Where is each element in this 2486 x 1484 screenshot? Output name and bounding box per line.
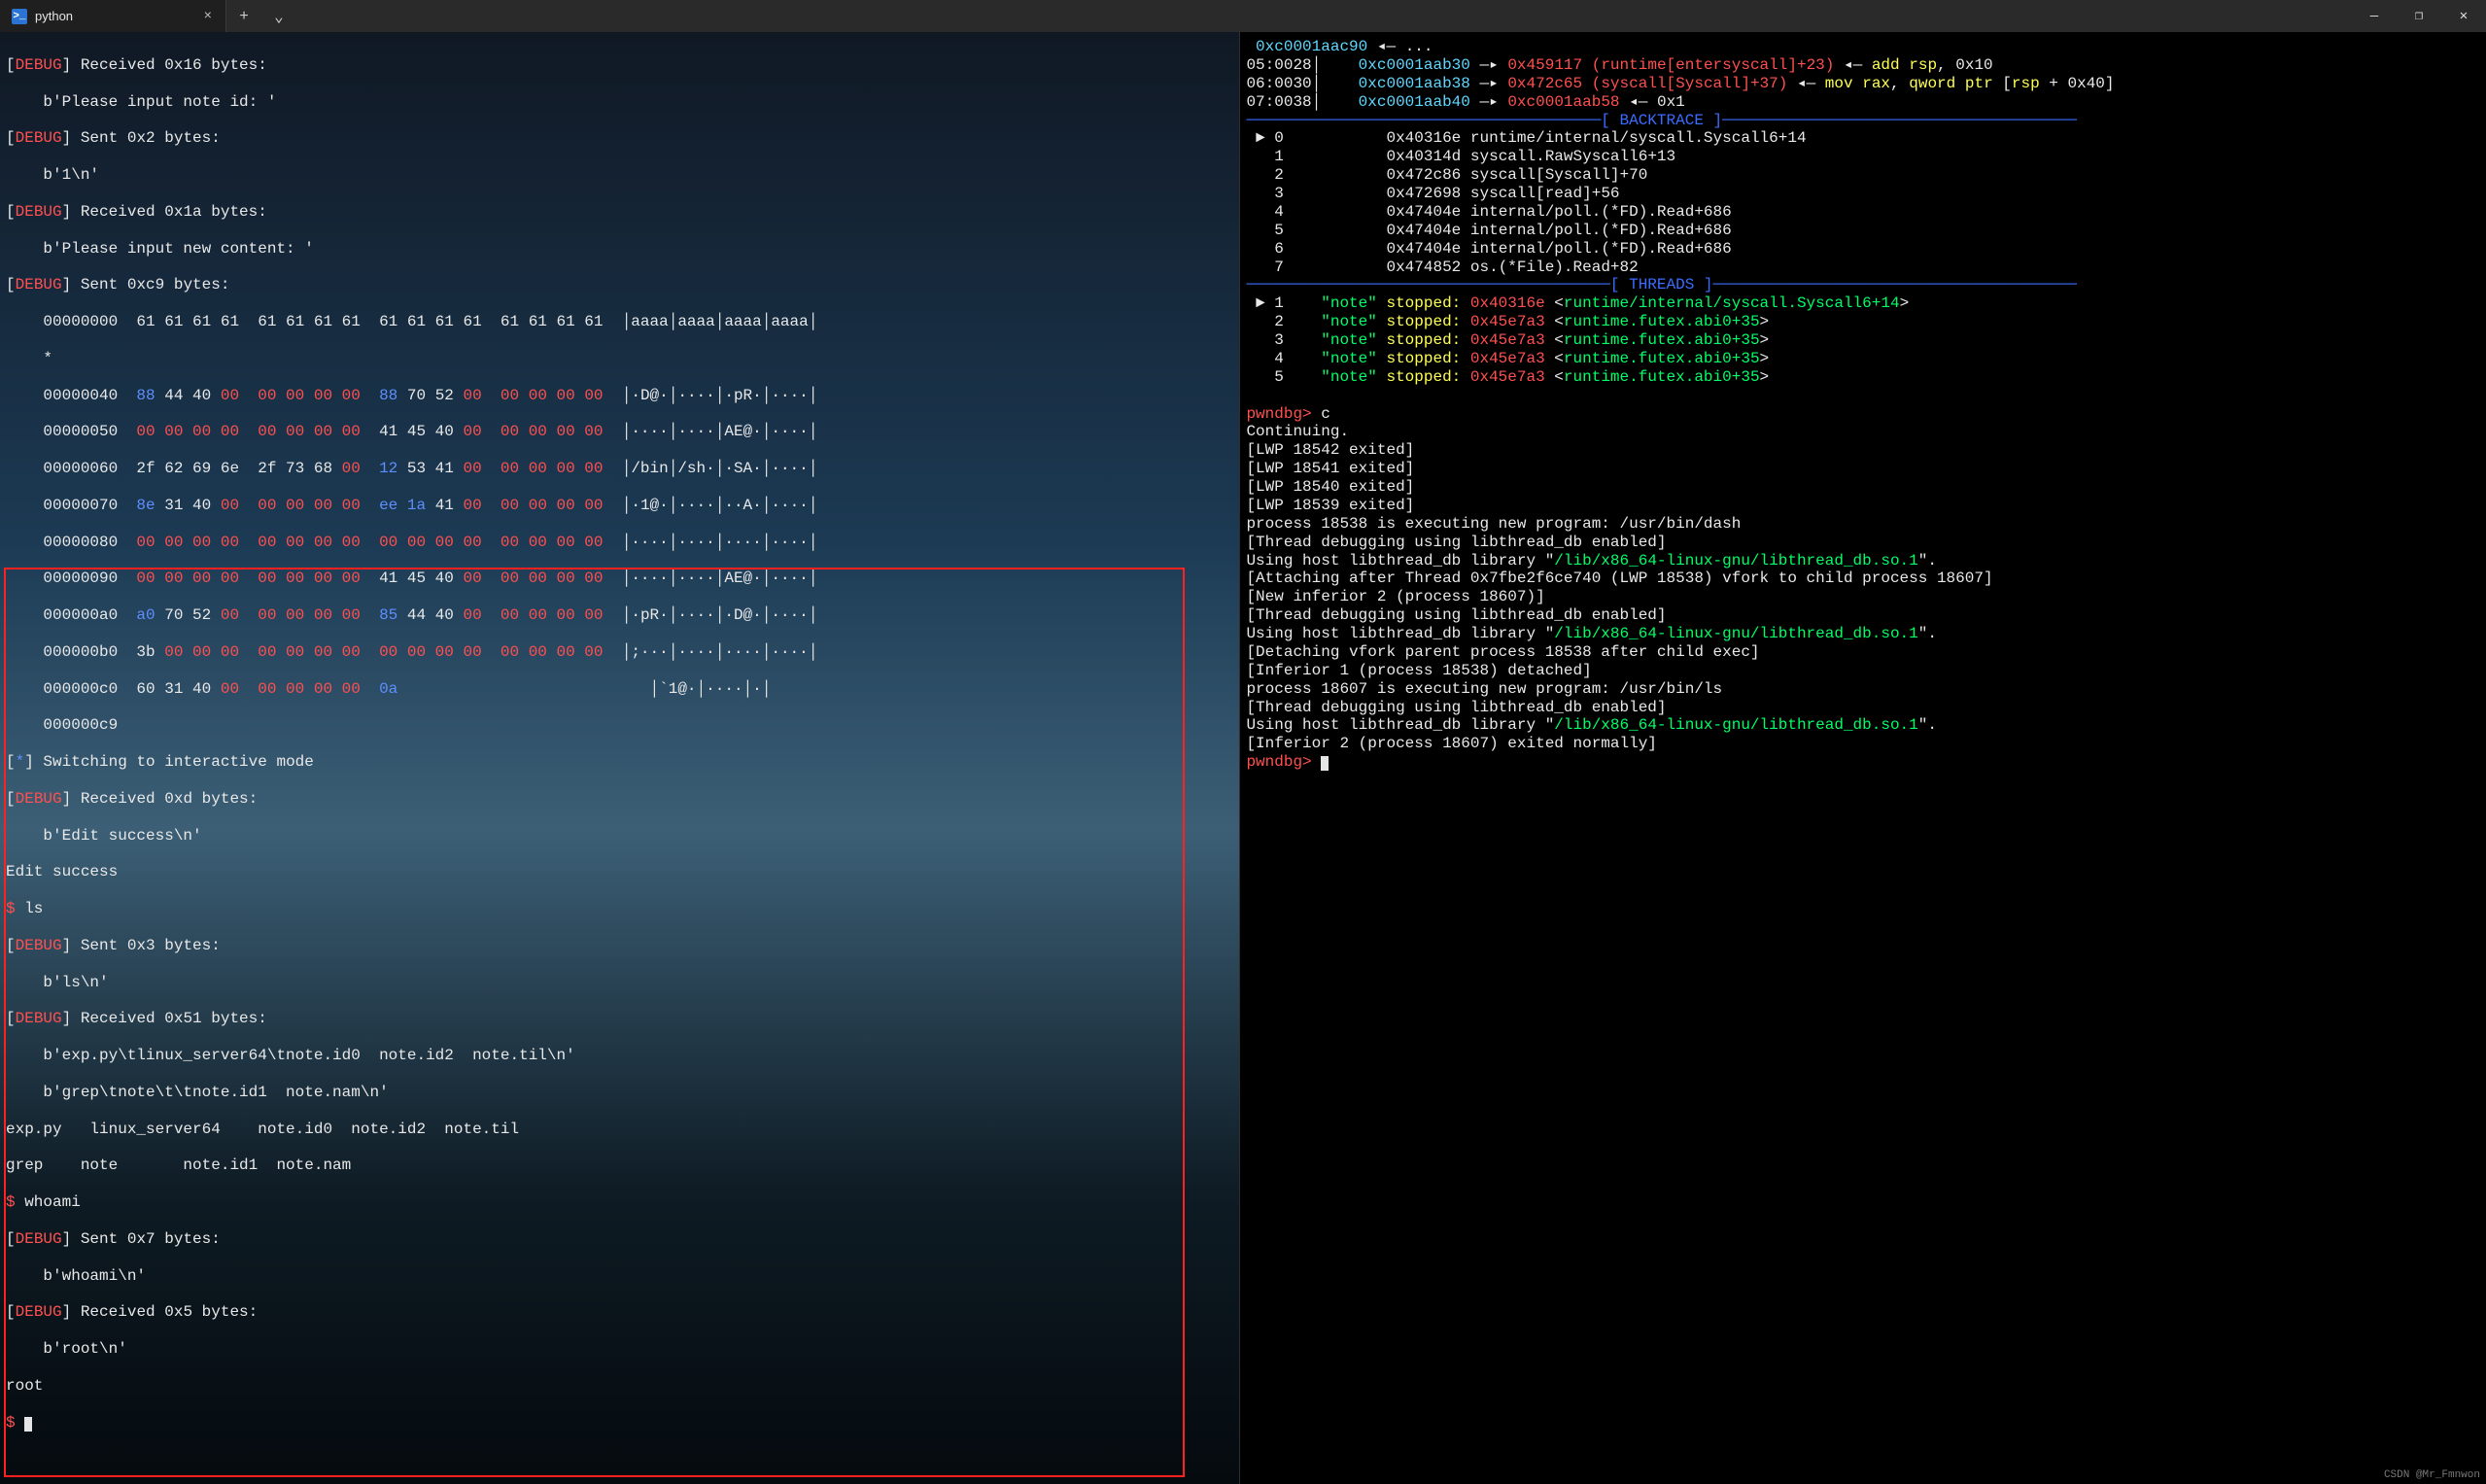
- maximize-button[interactable]: ❐: [2397, 0, 2441, 32]
- dbg-line: Received 0x16 bytes:: [81, 56, 267, 74]
- shell-prompt: $: [6, 900, 24, 917]
- close-tab-button[interactable]: ×: [200, 9, 216, 24]
- terminal-cursor: [24, 1417, 32, 1432]
- close-window-button[interactable]: ✕: [2441, 0, 2486, 32]
- edit-success: Edit success: [6, 863, 1233, 881]
- watermark: CSDN @Mr_Fmnwon: [2384, 1469, 2480, 1482]
- tab-python[interactable]: >_ python ×: [0, 0, 226, 32]
- window-controls: — ❐ ✕: [2352, 0, 2486, 32]
- window-titlebar: >_ python × + ⌄ — ❐ ✕: [0, 0, 2486, 32]
- minimize-button[interactable]: —: [2352, 0, 2397, 32]
- tab-title: python: [35, 9, 73, 23]
- dbg-body: b'Please input note id: ': [6, 93, 1233, 112]
- hex-row: 00000000 61 61 61 61 61 61 61 61 61 61 6…: [6, 313, 1233, 331]
- ls-output: exp.py linux_server64 note.id0 note.id2 …: [6, 1121, 1233, 1139]
- tab-dropdown-button[interactable]: ⌄: [261, 0, 296, 32]
- whoami-output: root: [6, 1377, 1233, 1396]
- workspace: [DEBUG] Received 0x16 bytes: b'Please in…: [0, 32, 2486, 1484]
- shell-cmd: ls: [24, 900, 43, 917]
- new-tab-button[interactable]: +: [226, 0, 261, 32]
- right-terminal-pane[interactable]: 0xc0001aac90 ◂— ...05:0028│ 0xc0001aab30…: [1240, 32, 2486, 1484]
- left-terminal-pane[interactable]: [DEBUG] Received 0x16 bytes: b'Please in…: [0, 32, 1240, 1484]
- powershell-icon: >_: [12, 9, 27, 24]
